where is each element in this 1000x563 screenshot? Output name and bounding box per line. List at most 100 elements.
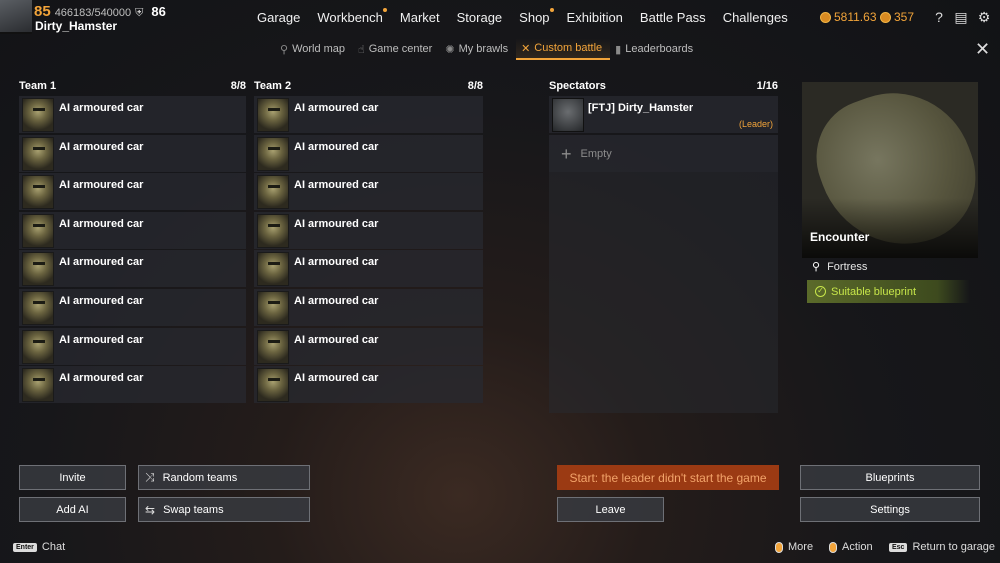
slot-player-name: AI armoured car	[294, 372, 379, 385]
return-hint[interactable]: Esc Return to garage	[889, 541, 995, 553]
button-label: Settings	[870, 503, 910, 516]
random-teams-button[interactable]: ⤨ Random teams	[138, 465, 310, 490]
shuffle-icon: ⤨	[145, 470, 155, 484]
avatar	[22, 213, 54, 248]
spectators-title: Spectators	[549, 80, 606, 92]
button-label: Swap teams	[163, 503, 224, 516]
nav-market[interactable]: Market	[400, 10, 440, 25]
start-button[interactable]: Start: the leader didn't start the game	[557, 465, 779, 490]
blueprints-button[interactable]: Blueprints	[800, 465, 980, 490]
tab-leaderboards[interactable]: ▮ Leaderboards	[610, 38, 701, 60]
team2-header: Team 2 8/8	[254, 80, 483, 96]
player-level-block: 85 466183/540000 ⛨ 86	[34, 3, 166, 20]
tab-label: Game center	[368, 43, 433, 55]
badge-icon	[880, 11, 891, 23]
avatar	[22, 98, 54, 132]
tab-label: Leaderboards	[625, 43, 694, 55]
mouse-icon	[829, 541, 837, 553]
empty-label: Empty	[580, 147, 612, 160]
team2-column: Team 2 8/8 AI armoured car AI armoured ca…	[254, 80, 483, 405]
slot-player-name: AI armoured car	[294, 256, 379, 269]
player-slot[interactable]: AI armoured car	[254, 134, 483, 172]
player-slot[interactable]: AI armoured car	[254, 173, 483, 211]
settings-button[interactable]: Settings	[800, 497, 980, 522]
nav-challenges[interactable]: Challenges	[723, 10, 788, 25]
player-slot[interactable]: AI armoured car	[19, 211, 246, 249]
slot-player-name: AI armoured car	[59, 372, 144, 385]
nav-storage[interactable]: Storage	[457, 10, 503, 25]
swap-teams-button[interactable]: ⇆ Swap teams	[138, 497, 310, 522]
avatar	[552, 98, 584, 132]
chat-hint[interactable]: Enter Chat	[13, 541, 65, 553]
player-slot[interactable]: AI armoured car	[19, 250, 246, 288]
main-nav: Garage Workbench Market Storage Shop Exh…	[257, 8, 805, 25]
player-slot[interactable]: AI armoured car	[19, 327, 246, 365]
player-slot[interactable]: AI armoured car	[19, 96, 246, 133]
button-label: Leave	[595, 503, 626, 516]
esc-key-icon: Esc	[889, 542, 908, 552]
nav-workbench[interactable]: Workbench	[317, 8, 387, 25]
badges-value: 357	[894, 10, 915, 24]
add-ai-button[interactable]: Add AI	[19, 497, 126, 522]
player-slot[interactable]: AI armoured car	[19, 288, 246, 326]
player-slot[interactable]: AI armoured car	[19, 366, 246, 404]
help-icon[interactable]: ?	[931, 9, 947, 25]
tab-my-brawls[interactable]: ✺ My brawls	[440, 38, 516, 60]
tab-label: My brawls	[458, 43, 509, 55]
nav-garage[interactable]: Garage	[257, 10, 300, 25]
tab-custom-battle[interactable]: ✕ Custom battle	[516, 38, 611, 60]
action-label: Action	[842, 541, 873, 553]
nav-label: Market	[399, 10, 440, 25]
spectator-slot-leader[interactable]: [FTJ] Dirty_Hamster (Leader)	[549, 96, 778, 133]
nav-shop[interactable]: Shop	[519, 8, 554, 25]
tab-world-map[interactable]: ⚲ World map	[275, 38, 353, 60]
spectators-empty-area	[549, 172, 778, 413]
return-label: Return to garage	[912, 541, 996, 553]
button-label: Invite	[59, 471, 86, 484]
spectator-name: [FTJ] Dirty_Hamster	[588, 102, 694, 114]
avatar	[22, 329, 54, 364]
player-slot[interactable]: AI armoured car	[254, 366, 483, 404]
leader-badge: (Leader)	[738, 119, 773, 129]
nav-label: Challenges	[722, 10, 788, 25]
team1-header: Team 1 8/8	[19, 80, 246, 96]
player-slot[interactable]: AI armoured car	[19, 173, 246, 211]
player-slot[interactable]: AI armoured car	[254, 211, 483, 249]
nav-battle-pass[interactable]: Battle Pass	[640, 10, 706, 25]
team2-title: Team 2	[254, 80, 292, 92]
more-hint[interactable]: More	[775, 541, 813, 553]
player-slot[interactable]: AI armoured car	[254, 288, 483, 326]
button-label: Start: the leader didn't start the game	[569, 470, 767, 485]
player-slot[interactable]: AI armoured car	[254, 250, 483, 288]
slot-player-name: AI armoured car	[294, 179, 379, 192]
power-score-icon: ⛨	[135, 7, 144, 19]
coins-balance[interactable]: 5811.63	[820, 10, 877, 24]
messages-icon[interactable]: ▤	[953, 9, 969, 25]
close-icon[interactable]: ✕	[975, 39, 990, 60]
coin-icon	[820, 11, 831, 23]
player-slot[interactable]: AI armoured car	[254, 96, 483, 133]
badges-balance[interactable]: 357	[880, 10, 914, 24]
bars-icon: ▮	[615, 43, 622, 56]
tab-game-center[interactable]: ☝ Game center	[353, 38, 440, 60]
slot-player-name: AI armoured car	[59, 179, 144, 192]
tab-label: World map	[292, 43, 346, 55]
player-avatar[interactable]	[0, 0, 32, 34]
location-pin-icon: ⚲	[812, 261, 821, 273]
avatar	[257, 368, 289, 403]
leave-button[interactable]: Leave	[557, 497, 664, 522]
nav-exhibition[interactable]: Exhibition	[567, 10, 623, 25]
sub-nav: ⚲ World map ☝ Game center ✺ My brawls ✕ …	[275, 38, 701, 62]
spectator-slot-empty[interactable]: + Empty	[549, 135, 778, 172]
player-slot[interactable]: AI armoured car	[254, 327, 483, 365]
gear-icon[interactable]: ⚙	[976, 9, 992, 25]
hand-icon: ☝	[358, 43, 365, 56]
action-hint[interactable]: Action	[829, 541, 873, 553]
check-icon: ✓	[815, 286, 826, 297]
invite-button[interactable]: Invite	[19, 465, 126, 490]
map-shade	[802, 198, 978, 258]
player-name: Dirty_Hamster	[35, 19, 118, 33]
avatar	[257, 175, 289, 210]
brawl-icon: ✺	[445, 43, 455, 56]
player-slot[interactable]: AI armoured car	[19, 134, 246, 172]
